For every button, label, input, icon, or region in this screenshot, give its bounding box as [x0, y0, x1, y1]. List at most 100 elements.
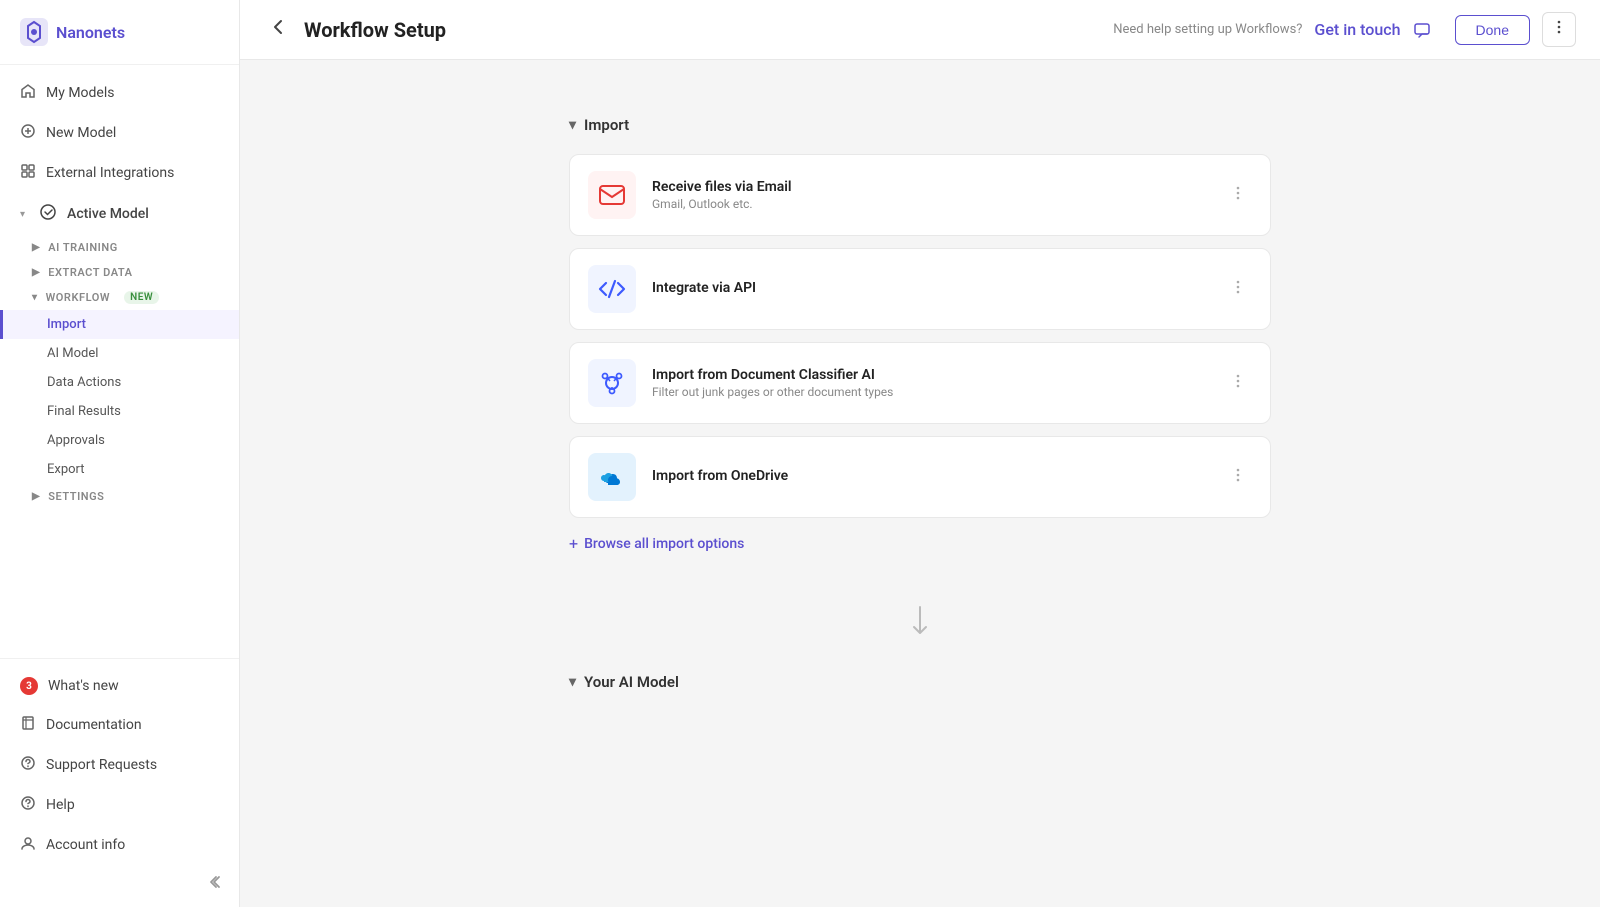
import-section-header[interactable]: ▾ Import	[569, 116, 1271, 134]
support-requests-label: Support Requests	[46, 757, 157, 773]
option-email[interactable]: Receive files via Email Gmail, Outlook e…	[569, 154, 1271, 236]
notification-badge: 3	[20, 677, 38, 695]
help-text: Need help setting up Workflows?	[1113, 22, 1302, 37]
done-button[interactable]: Done	[1455, 15, 1530, 45]
page-title: Workflow Setup	[304, 18, 1101, 42]
back-button[interactable]	[264, 13, 292, 47]
option-doc-classifier[interactable]: Import from Document Classifier AI Filte…	[569, 342, 1271, 424]
option-onedrive[interactable]: Import from OneDrive	[569, 436, 1271, 518]
active-model-chevron: ▾	[20, 209, 25, 220]
email-icon	[599, 184, 625, 206]
export-label: Export	[47, 462, 85, 477]
plus-circle-icon	[20, 123, 36, 143]
email-option-desc: Gmail, Outlook etc.	[652, 197, 1208, 211]
ai-training-chevron: ▶	[32, 242, 40, 253]
sidebar-item-active-model[interactable]: ▾ Active Model	[0, 193, 239, 235]
book-icon	[20, 715, 36, 735]
active-model-icon	[39, 203, 57, 225]
api-icon	[598, 277, 626, 301]
my-models-label: My Models	[46, 85, 114, 101]
three-dots-icon	[1551, 19, 1567, 35]
import-chevron-icon: ▾	[569, 117, 576, 133]
your-ai-model-label: Your AI Model	[584, 673, 679, 691]
sidebar-item-documentation[interactable]: Documentation	[0, 705, 239, 745]
browse-import-options-link[interactable]: + Browse all import options	[569, 530, 1271, 557]
chat-icon	[1413, 21, 1431, 39]
support-icon	[20, 755, 36, 775]
flow-arrow-down	[910, 593, 930, 649]
nanonets-logo-icon	[20, 18, 48, 46]
sidebar-item-support-requests[interactable]: Support Requests	[0, 745, 239, 785]
approvals-label: Approvals	[47, 433, 105, 448]
settings-chevron: ▶	[32, 491, 40, 502]
collapse-sidebar-button[interactable]	[0, 865, 239, 899]
api-more-icon	[1230, 279, 1246, 295]
your-ai-model-section-header[interactable]: ▾ Your AI Model	[569, 673, 1271, 691]
workflow-new-badge: NEW	[124, 291, 159, 304]
onedrive-option-more-button[interactable]	[1224, 463, 1252, 492]
sidebar-logo[interactable]: Nanonets	[0, 0, 239, 65]
browse-link-label: Browse all import options	[584, 536, 744, 552]
onedrive-icon	[596, 465, 628, 489]
email-more-icon	[1230, 185, 1246, 201]
option-api[interactable]: Integrate via API	[569, 248, 1271, 330]
workflow-label: WORKFLOW	[46, 291, 111, 304]
whats-new-label: What's new	[48, 678, 119, 694]
sidebar-sub-item-import[interactable]: Import	[0, 310, 239, 339]
import-section-card: ▾ Import Receive files via Email Gmail, …	[545, 92, 1295, 581]
sidebar-sub-item-export[interactable]: Export	[0, 455, 239, 484]
home-icon	[20, 83, 36, 103]
onedrive-option-icon	[588, 453, 636, 501]
data-actions-label: Data Actions	[47, 375, 121, 390]
sidebar-item-whats-new[interactable]: 3 What's new	[0, 667, 239, 705]
sidebar-item-new-model[interactable]: New Model	[0, 113, 239, 153]
more-options-button[interactable]	[1542, 12, 1576, 47]
onedrive-more-icon	[1230, 467, 1246, 483]
sidebar-navigation: My Models New Model External Integration…	[0, 65, 239, 658]
onedrive-option-info: Import from OneDrive	[652, 468, 1208, 486]
sidebar-item-external-integrations[interactable]: External Integrations	[0, 153, 239, 193]
sidebar-bottom: 3 What's new Documentation Support Reque…	[0, 658, 239, 907]
onedrive-option-title: Import from OneDrive	[652, 468, 1208, 484]
documentation-label: Documentation	[46, 717, 142, 733]
doc-classifier-option-more-button[interactable]	[1224, 369, 1252, 398]
app-name: Nanonets	[56, 23, 125, 42]
sidebar-item-my-models[interactable]: My Models	[0, 73, 239, 113]
your-ai-model-section-card: ▾ Your AI Model	[545, 649, 1295, 735]
account-icon	[20, 835, 36, 855]
sidebar: Nanonets My Models New Model External In…	[0, 0, 240, 907]
doc-classifier-option-icon	[588, 359, 636, 407]
section-extract-data[interactable]: ▶ EXTRACT DATA	[0, 260, 239, 285]
final-results-label: Final Results	[47, 404, 121, 419]
ai-model-sub-label: AI Model	[47, 346, 98, 361]
help-label: Help	[46, 797, 75, 813]
settings-label: SETTINGS	[48, 490, 104, 503]
external-integrations-label: External Integrations	[46, 165, 174, 181]
email-option-more-button[interactable]	[1224, 181, 1252, 210]
section-settings[interactable]: ▶ SETTINGS	[0, 484, 239, 509]
api-option-title: Integrate via API	[652, 280, 1208, 296]
doc-classifier-more-icon	[1230, 373, 1246, 389]
sidebar-sub-item-approvals[interactable]: Approvals	[0, 426, 239, 455]
topbar: Workflow Setup Need help setting up Work…	[240, 0, 1600, 60]
import-section-label: Import	[584, 116, 629, 134]
doc-classifier-option-info: Import from Document Classifier AI Filte…	[652, 367, 1208, 399]
sidebar-item-account-info[interactable]: Account info	[0, 825, 239, 865]
section-workflow[interactable]: ▾ WORKFLOW NEW	[0, 285, 239, 310]
doc-classifier-option-desc: Filter out junk pages or other document …	[652, 385, 1208, 399]
workflow-content: ▾ Import Receive files via Email Gmail, …	[240, 60, 1600, 907]
sidebar-sub-item-data-actions[interactable]: Data Actions	[0, 368, 239, 397]
sidebar-item-help[interactable]: Help	[0, 785, 239, 825]
new-model-label: New Model	[46, 125, 116, 141]
import-label: Import	[47, 317, 86, 332]
api-option-more-button[interactable]	[1224, 275, 1252, 304]
doc-classifier-option-title: Import from Document Classifier AI	[652, 367, 1208, 383]
api-option-icon	[588, 265, 636, 313]
ai-training-label: AI TRAINING	[48, 241, 118, 254]
browse-plus-icon: +	[569, 534, 578, 553]
sidebar-sub-item-final-results[interactable]: Final Results	[0, 397, 239, 426]
help-link[interactable]: Get in touch	[1314, 20, 1400, 39]
sidebar-sub-item-ai-model[interactable]: AI Model	[0, 339, 239, 368]
section-ai-training[interactable]: ▶ AI TRAINING	[0, 235, 239, 260]
account-info-label: Account info	[46, 837, 125, 853]
